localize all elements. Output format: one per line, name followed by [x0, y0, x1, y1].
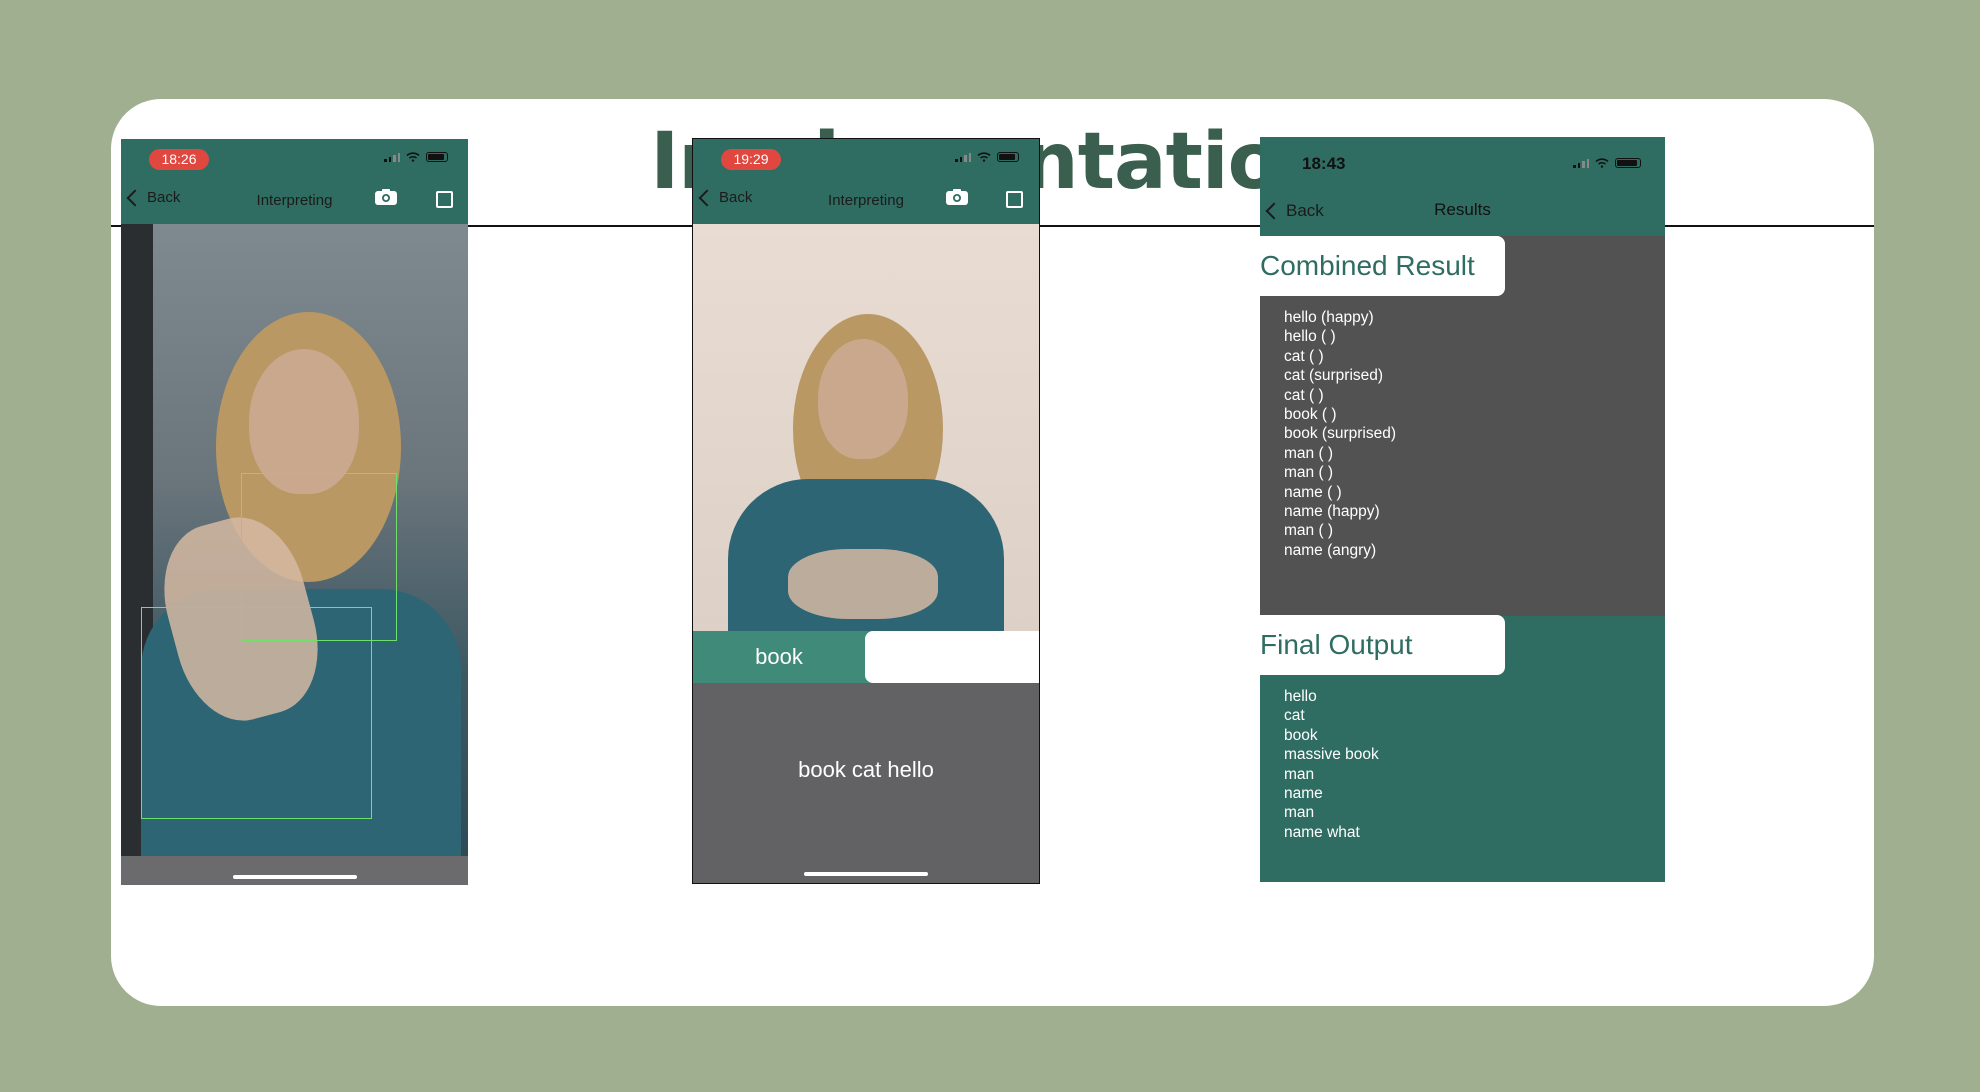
- list-item: man: [1284, 765, 1315, 783]
- wifi-icon: [977, 152, 991, 162]
- nav-title: Results: [1434, 200, 1491, 219]
- nav-bar: Back Interpreting: [693, 179, 1039, 224]
- status-time: 19:29: [721, 149, 781, 170]
- list-item: massive book: [1284, 746, 1379, 764]
- sign-result-row: book: [693, 631, 1039, 683]
- final-output-heading: Final Output: [1260, 615, 1505, 675]
- list-item: name ( ): [1284, 483, 1342, 501]
- camera-flip-icon[interactable]: [945, 188, 969, 206]
- list-item: book (surprised): [1284, 425, 1396, 443]
- wifi-icon: [406, 152, 420, 162]
- battery-icon: [997, 152, 1019, 162]
- person-face: [818, 339, 908, 459]
- list-item: book ( ): [1284, 406, 1337, 424]
- square-icon[interactable]: [436, 191, 453, 208]
- signal-icon: [384, 152, 400, 162]
- list-item: man ( ): [1284, 522, 1334, 540]
- phone-interpreting-1: 18:26 Back Interpreting: [121, 139, 468, 885]
- list-item: name (happy): [1284, 503, 1380, 521]
- signal-icon: [1573, 158, 1589, 168]
- list-item: cat (surprised): [1284, 367, 1384, 385]
- bottom-bar: [121, 856, 468, 885]
- current-sign-label: book: [755, 644, 803, 669]
- status-bar: 19:29: [693, 139, 1039, 179]
- status-time: 18:26: [149, 149, 209, 170]
- list-item: cat: [1284, 707, 1305, 725]
- signal-icon: [955, 152, 971, 162]
- list-item: hello (happy): [1284, 309, 1374, 326]
- list-item: hello ( ): [1284, 328, 1336, 346]
- battery-icon: [426, 152, 448, 162]
- camera-flip-icon[interactable]: [374, 188, 398, 206]
- translated-sentence: book cat hello: [798, 757, 934, 782]
- list-item: cat ( ): [1284, 386, 1324, 404]
- sentence-area: book cat hello: [693, 683, 1039, 883]
- home-indicator[interactable]: [232, 875, 357, 879]
- list-item: hello: [1284, 688, 1317, 705]
- hand-bounding-box: [141, 607, 372, 819]
- final-output-list: hello cat book massive book man name man name w…: [1284, 687, 1379, 842]
- status-time: 18:43: [1302, 154, 1346, 173]
- person-hands: [788, 549, 938, 619]
- list-item: book: [1284, 726, 1318, 744]
- list-item: man ( ): [1284, 444, 1334, 462]
- list-item: name (angry): [1284, 541, 1377, 559]
- square-icon[interactable]: [1006, 191, 1023, 208]
- sign-input-box[interactable]: [865, 631, 1039, 683]
- list-item: cat ( ): [1284, 347, 1324, 365]
- status-bar: 18:26: [121, 139, 468, 179]
- combined-result-heading: Combined Result: [1260, 236, 1505, 296]
- nav-bar: Back Interpreting: [121, 179, 468, 224]
- list-item: man: [1284, 804, 1315, 822]
- list-item: man ( ): [1284, 464, 1334, 482]
- list-item: name: [1284, 785, 1323, 803]
- wifi-icon: [1595, 158, 1609, 168]
- phone-interpreting-2: 19:29 Back Interpreting book book cat he…: [692, 138, 1040, 884]
- phone-results: 18:43 Back Results Combined Result hello…: [1260, 137, 1665, 882]
- combined-result-list: hello (happy) hello ( ) cat ( ) cat (surpri…: [1284, 308, 1396, 560]
- nav-title: Interpreting: [828, 192, 904, 209]
- battery-icon: [1615, 158, 1641, 168]
- list-item: name what: [1284, 823, 1360, 841]
- nav-title: Interpreting: [256, 192, 333, 209]
- home-indicator[interactable]: [804, 872, 928, 876]
